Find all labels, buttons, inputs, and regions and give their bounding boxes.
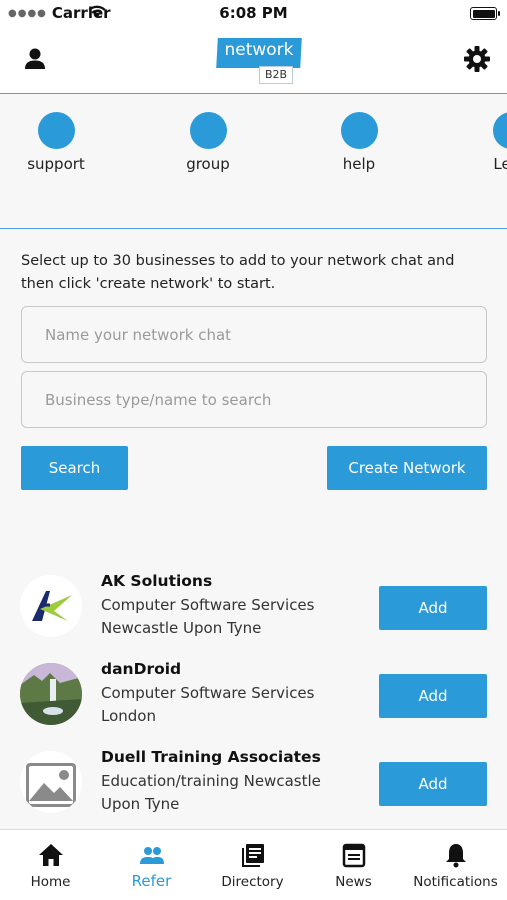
category-lets[interactable]: Let's: [456, 112, 507, 173]
people-icon: [140, 847, 164, 864]
business-list-item: danDroid Computer Software Services Lond…: [0, 660, 507, 746]
battery-icon: [470, 7, 500, 20]
status-bar: ●●●● Carrier 6:08 PM: [0, 0, 507, 28]
business-list-item: AK Solutions Computer Software Services …: [0, 572, 507, 658]
business-photo: [20, 663, 82, 725]
person-icon[interactable]: [22, 46, 48, 72]
tab-home[interactable]: Home: [0, 830, 101, 900]
category-support[interactable]: support: [1, 112, 111, 173]
news-icon: [342, 843, 366, 868]
bell-icon: [446, 844, 466, 868]
app-logo: network B2B: [216, 34, 302, 86]
logo-text: network: [224, 40, 294, 60]
image-placeholder-icon: [20, 751, 82, 813]
business-name: AK Solutions: [101, 572, 213, 590]
tab-news[interactable]: News: [303, 830, 404, 900]
tab-directory[interactable]: Directory: [202, 830, 303, 900]
clock: 6:08 PM: [219, 4, 288, 22]
gear-icon[interactable]: [463, 45, 491, 73]
business-name: danDroid: [101, 660, 182, 678]
network-name-input[interactable]: [21, 306, 487, 363]
header: network B2B: [0, 28, 507, 94]
category-icon: [492, 112, 507, 149]
business-search-input[interactable]: [21, 371, 487, 428]
home-icon: [39, 844, 63, 866]
category-group[interactable]: group: [153, 112, 263, 173]
category-help[interactable]: help: [304, 112, 414, 173]
category-icon: [340, 112, 378, 149]
add-business-button[interactable]: Add: [379, 674, 487, 718]
business-logo: [20, 575, 82, 637]
add-business-button[interactable]: Add: [379, 586, 487, 630]
category-icon: [37, 112, 75, 149]
business-list-item: Duell Training Associates Education/trai…: [0, 748, 507, 834]
category-icon: [189, 112, 227, 149]
business-description: Computer Software Services Newcastle Upo…: [101, 596, 315, 637]
category-strip[interactable]: support group help Let's: [0, 95, 507, 229]
logo-subtext: B2B: [259, 66, 293, 84]
instructions-text: Select up to 30 businesses to add to you…: [21, 253, 455, 292]
add-business-button[interactable]: Add: [379, 762, 487, 806]
directory-icon: [242, 844, 264, 867]
tab-notifications[interactable]: Notifications: [405, 830, 506, 900]
search-button[interactable]: Search: [21, 446, 128, 490]
tab-refer[interactable]: Refer: [101, 830, 202, 900]
business-name: Duell Training Associates: [101, 748, 321, 766]
tab-bar: Home Refer Directory News Notifications: [0, 829, 507, 900]
create-network-button[interactable]: Create Network: [327, 446, 487, 490]
business-description: Education/training Newcastle Upon Tyne: [101, 772, 321, 813]
business-description: Computer Software Services London: [101, 684, 315, 725]
